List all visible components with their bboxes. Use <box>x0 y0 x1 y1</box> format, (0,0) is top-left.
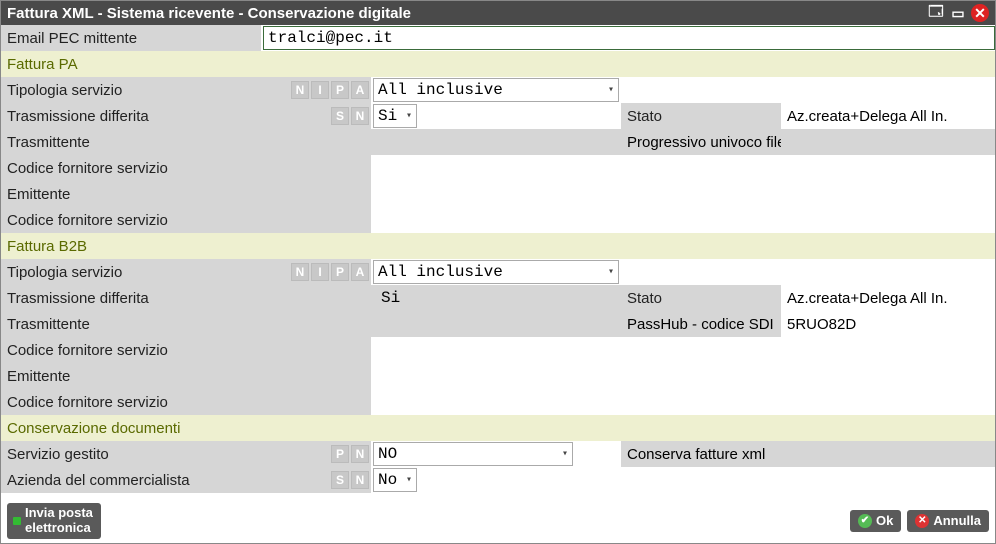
tag-p[interactable]: P <box>331 263 349 281</box>
conserv-azienda-label: Azienda del commercialista <box>1 467 261 493</box>
chevron-down-icon: ▾ <box>562 448 568 460</box>
conserv-azienda-value: No <box>378 471 397 489</box>
b2b-tipologia-tags: N I P A <box>261 259 371 285</box>
chevron-down-icon: ▾ <box>608 266 614 278</box>
footer-bar: Invia posta elettronica ✔ Ok ✕ Annulla <box>1 499 995 543</box>
b2b-passhub-value: 5RUO82D <box>781 311 995 337</box>
tag-s[interactable]: S <box>331 107 349 125</box>
close-icon[interactable]: ✕ <box>971 4 989 22</box>
conserva-fatture-label: Conserva fatture xml <box>621 441 781 467</box>
b2b-tipologia-value: All inclusive <box>378 263 503 281</box>
titlebar: Fattura XML - Sistema ricevente - Conser… <box>1 1 995 25</box>
b2b-tipologia-label: Tipologia servizio <box>1 259 261 285</box>
ok-button[interactable]: ✔ Ok <box>850 510 901 533</box>
conserv-servizio-value: NO <box>378 445 397 463</box>
pa-stato-label: Stato <box>621 103 781 129</box>
pa-trasmdiff-value: Si <box>378 107 397 125</box>
email-input[interactable] <box>263 26 995 50</box>
chevron-down-icon: ▾ <box>608 84 614 96</box>
b2b-codforn1-label: Codice fornitore servizio <box>1 337 371 363</box>
mail-status-icon <box>13 517 21 525</box>
conserv-servizio-tags: P N <box>261 441 371 467</box>
pa-stato-value: Az.creata+Delega All In. <box>781 103 995 129</box>
section-conservazione: Conservazione documenti <box>1 415 995 441</box>
b2b-codforn2-label: Codice fornitore servizio <box>1 389 371 415</box>
tag-p[interactable]: P <box>331 445 349 463</box>
pa-trasmdiff-tags: S N <box>261 103 371 129</box>
tag-n[interactable]: N <box>351 107 369 125</box>
section-fattura-b2b: Fattura B2B <box>1 233 995 259</box>
tag-a[interactable]: A <box>351 263 369 281</box>
tag-i[interactable]: I <box>311 263 329 281</box>
pa-tipologia-label: Tipologia servizio <box>1 77 261 103</box>
check-icon: ✔ <box>858 514 872 528</box>
tag-a[interactable]: A <box>351 81 369 99</box>
form-content: Email PEC mittente Fattura PA Tipologia … <box>1 25 995 499</box>
tag-s[interactable]: S <box>331 471 349 489</box>
b2b-trasmittente-label: Trasmittente <box>1 311 371 337</box>
b2b-emittente-label: Emittente <box>1 363 371 389</box>
b2b-tipologia-select[interactable]: All inclusive ▾ <box>373 260 619 284</box>
b2b-stato-label: Stato <box>621 285 781 311</box>
pa-trasmdiff-label: Trasmissione differita <box>1 103 261 129</box>
conserv-azienda-tags: S N <box>261 467 371 493</box>
send-mail-button[interactable]: Invia posta elettronica <box>7 503 101 539</box>
dialog-window: Fattura XML - Sistema ricevente - Conser… <box>0 0 996 544</box>
chevron-down-icon: ▾ <box>406 474 412 486</box>
chevron-down-icon: ▾ <box>406 110 412 122</box>
b2b-stato-value: Az.creata+Delega All In. <box>781 285 995 311</box>
minimize-icon[interactable]: ▭ <box>949 4 967 22</box>
conserv-servizio-label: Servizio gestito <box>1 441 261 467</box>
conserv-azienda-select[interactable]: No ▾ <box>373 468 417 492</box>
email-label: Email PEC mittente <box>1 25 261 51</box>
pa-codforn2-label: Codice fornitore servizio <box>1 207 371 233</box>
window-title: Fattura XML - Sistema ricevente - Conser… <box>7 5 923 22</box>
tag-i[interactable]: I <box>311 81 329 99</box>
conserv-servizio-select[interactable]: NO ▾ <box>373 442 573 466</box>
tag-n[interactable]: N <box>351 445 369 463</box>
x-icon: ✕ <box>915 514 929 528</box>
pa-trasmittente-label: Trasmittente <box>1 129 371 155</box>
section-fattura-pa: Fattura PA <box>1 51 995 77</box>
cancel-button[interactable]: ✕ Annulla <box>907 510 989 533</box>
pa-emittente-label: Emittente <box>1 181 371 207</box>
tag-n[interactable]: N <box>291 81 309 99</box>
tag-n[interactable]: N <box>291 263 309 281</box>
pa-trasmdiff-select[interactable]: Si ▾ <box>373 104 417 128</box>
tag-p[interactable]: P <box>331 81 349 99</box>
pa-tipologia-value: All inclusive <box>378 81 503 99</box>
b2b-trasmdiff-label: Trasmissione differita <box>1 285 371 311</box>
b2b-trasmdiff-value: Si <box>371 285 621 311</box>
pa-tipologia-tags: N I P A <box>261 77 371 103</box>
pa-tipologia-select[interactable]: All inclusive ▾ <box>373 78 619 102</box>
pin-icon[interactable]: 🗔 <box>927 4 945 22</box>
pa-codforn1-label: Codice fornitore servizio <box>1 155 371 181</box>
tag-n[interactable]: N <box>351 471 369 489</box>
pa-progressivo-label: Progressivo univoco file <box>621 129 781 155</box>
b2b-passhub-label: PassHub - codice SDI <box>621 311 781 337</box>
